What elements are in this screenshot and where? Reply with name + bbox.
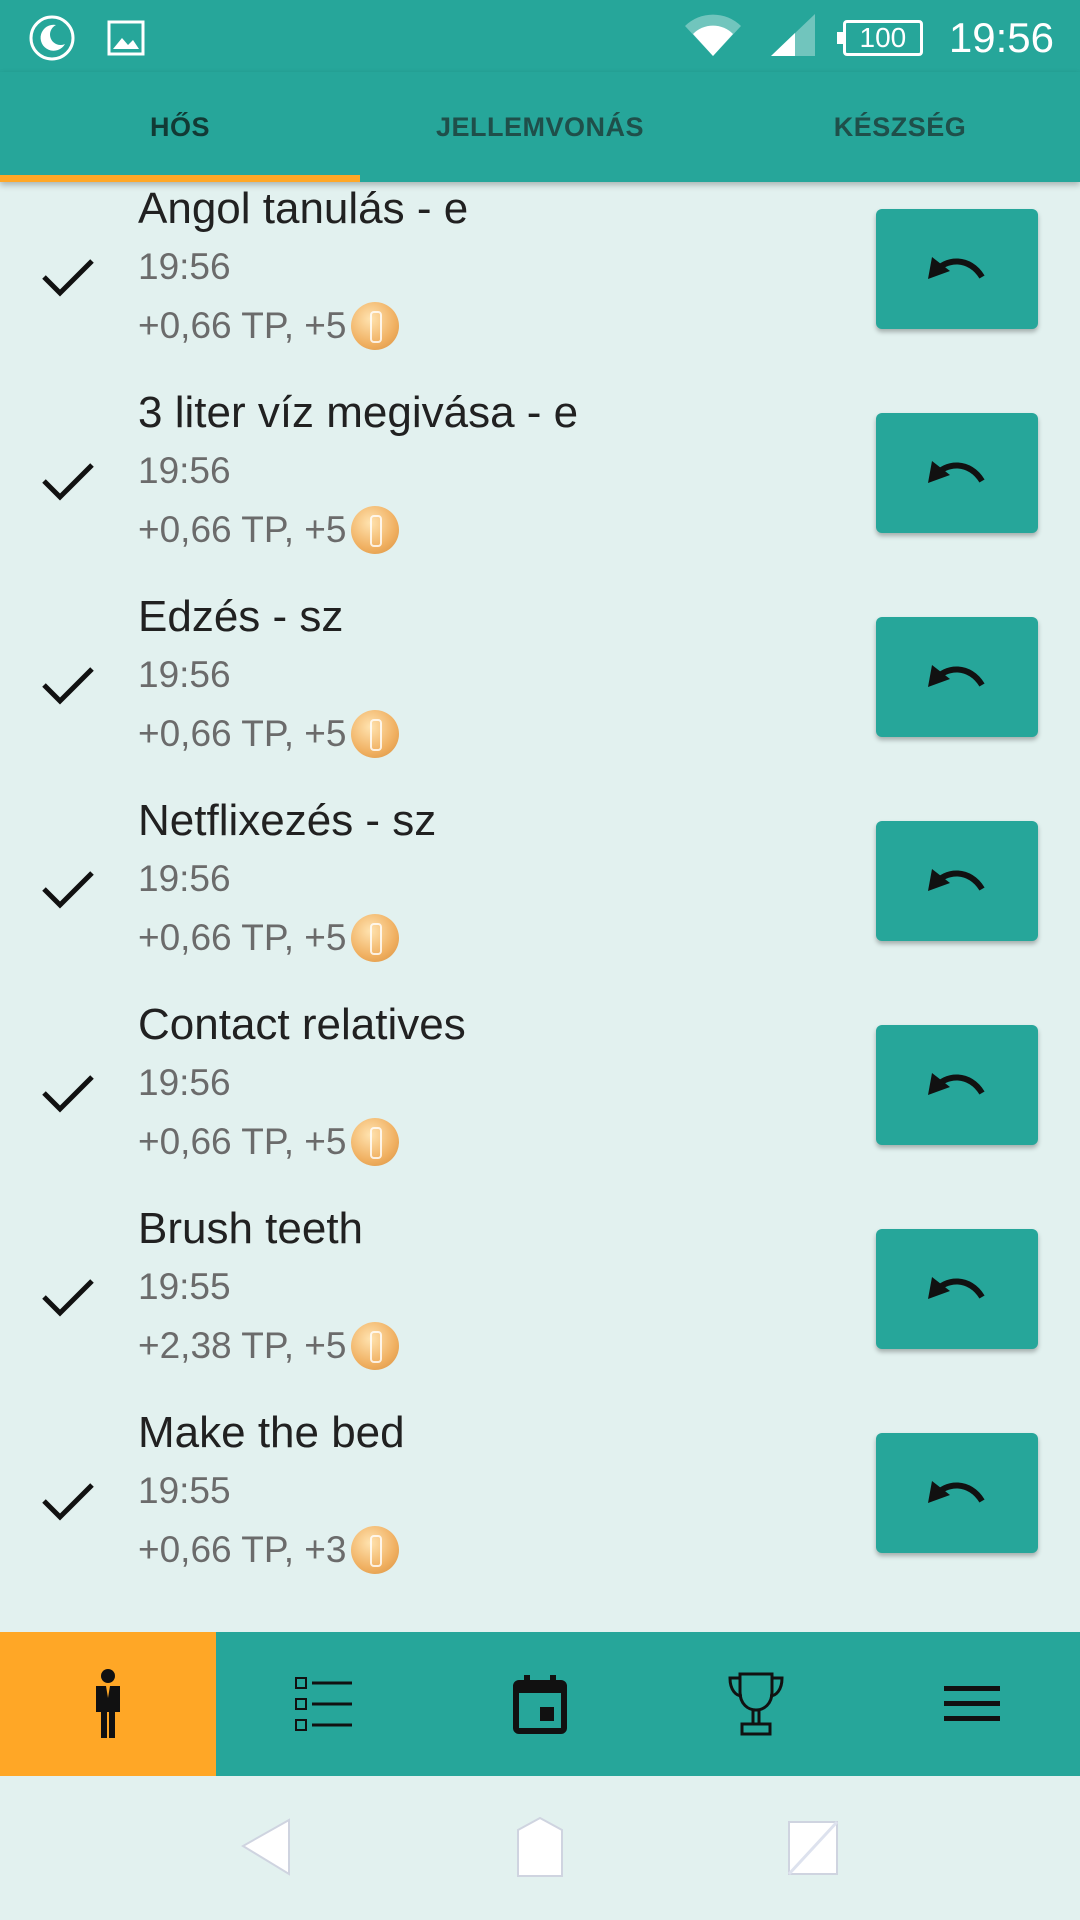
back-icon[interactable] <box>237 1816 297 1880</box>
undo-icon <box>928 869 985 891</box>
task-title: Make the bed <box>138 1408 405 1457</box>
undo-button[interactable] <box>876 1025 1038 1145</box>
checklist-icon <box>295 1677 352 1731</box>
undo-icon <box>928 461 985 483</box>
nav-menu[interactable] <box>864 1632 1080 1776</box>
check-icon <box>42 667 94 705</box>
tab-hero[interactable]: HŐS <box>0 72 360 182</box>
undo-button[interactable] <box>876 617 1038 737</box>
completed-task-list: Angol tanulás - e 19:56 +0,66 TP, +5 3 l… <box>0 178 1080 1628</box>
task-reward: +0,66 TP, +5 <box>138 302 399 350</box>
undo-button[interactable] <box>876 821 1038 941</box>
coin-icon <box>350 1322 399 1370</box>
task-reward: +0,66 TP, +5 <box>138 506 399 554</box>
signal-icon <box>769 12 817 63</box>
task-reward: +0,66 TP, +3 <box>138 1526 399 1574</box>
task-time: 19:55 <box>138 1470 231 1511</box>
coin-icon <box>350 302 399 350</box>
undo-button[interactable] <box>876 1433 1038 1553</box>
battery-level: 100 <box>859 21 907 53</box>
undo-button[interactable] <box>876 209 1038 329</box>
reward-text: +0,66 TP, +5 <box>138 509 347 550</box>
undo-icon <box>928 1277 985 1299</box>
nav-hero[interactable] <box>0 1632 216 1776</box>
undo-icon <box>928 257 985 279</box>
task-time: 19:56 <box>138 654 231 695</box>
tab-skills[interactable]: KÉSZSÉG <box>720 72 1080 182</box>
reward-text: +2,38 TP, +5 <box>138 1325 347 1366</box>
wifi-icon <box>683 12 743 63</box>
bottom-navigation <box>0 1632 1080 1776</box>
task-time: 19:55 <box>138 1266 231 1307</box>
task-time: 19:56 <box>138 246 231 287</box>
check-icon <box>42 871 94 909</box>
list-item: Netflixezés - sz 19:56 +0,66 TP, +5 <box>0 796 1080 1004</box>
trophy-icon <box>728 1672 784 1736</box>
task-time: 19:56 <box>138 450 231 491</box>
task-time: 19:56 <box>138 1062 231 1103</box>
task-title: Edzés - sz <box>138 592 344 641</box>
reward-text: +0,66 TP, +5 <box>138 713 347 754</box>
coin-icon <box>350 710 399 758</box>
undo-button[interactable] <box>876 413 1038 533</box>
reward-text: +0,66 TP, +5 <box>138 1121 347 1162</box>
task-title: Netflixezés - sz <box>138 796 437 845</box>
recents-icon[interactable] <box>783 1816 843 1880</box>
coin-icon <box>350 506 399 554</box>
coin-icon <box>350 1526 399 1574</box>
check-icon <box>42 259 94 297</box>
list-item: 3 liter víz megivása - e 19:56 +0,66 TP,… <box>0 388 1080 596</box>
task-title: Angol tanulás - e <box>138 184 469 233</box>
task-reward: +0,66 TP, +5 <box>138 710 399 758</box>
reward-text: +0,66 TP, +3 <box>138 1529 347 1570</box>
nav-achievements[interactable] <box>648 1632 864 1776</box>
undo-button[interactable] <box>876 1229 1038 1349</box>
list-item: Edzés - sz 19:56 +0,66 TP, +5 <box>0 592 1080 800</box>
coin-icon <box>350 1118 399 1166</box>
task-title: Contact relatives <box>138 1000 466 1049</box>
coin-icon <box>350 914 399 962</box>
list-item: Angol tanulás - e 19:56 +0,66 TP, +5 <box>0 184 1080 392</box>
menu-icon <box>944 1686 1000 1721</box>
tab-traits[interactable]: JELLEMVONÁS <box>360 72 720 182</box>
moon-icon <box>28 14 76 67</box>
check-icon <box>42 463 94 501</box>
check-icon <box>42 1279 94 1317</box>
calendar-icon <box>513 1675 567 1734</box>
status-bar: 100 19:56 <box>0 0 1080 72</box>
nav-tasks[interactable] <box>216 1632 432 1776</box>
reward-text: +0,66 TP, +5 <box>138 305 347 346</box>
list-item: Contact relatives 19:56 +0,66 TP, +5 <box>0 1000 1080 1208</box>
reward-text: +0,66 TP, +5 <box>138 917 347 958</box>
task-title: Brush teeth <box>138 1204 364 1253</box>
undo-icon <box>928 1073 985 1095</box>
system-navigation-bar <box>0 1776 1080 1920</box>
task-time: 19:56 <box>138 858 231 899</box>
undo-icon <box>928 1481 985 1503</box>
battery-icon: 100 <box>836 19 923 56</box>
hero-icon <box>96 1669 120 1738</box>
check-icon <box>42 1483 94 1521</box>
list-item: Make the bed 19:55 +0,66 TP, +3 <box>0 1408 1080 1616</box>
task-reward: +2,38 TP, +5 <box>138 1322 399 1370</box>
home-icon[interactable] <box>510 1816 570 1880</box>
list-item: Brush teeth 19:55 +2,38 TP, +5 <box>0 1204 1080 1412</box>
tab-bar: HŐS JELLEMVONÁS KÉSZSÉG <box>0 72 1080 182</box>
task-reward: +0,66 TP, +5 <box>138 1118 399 1166</box>
undo-icon <box>928 665 985 687</box>
image-icon <box>106 18 146 63</box>
check-icon <box>42 1075 94 1113</box>
nav-calendar[interactable] <box>432 1632 648 1776</box>
task-reward: +0,66 TP, +5 <box>138 914 399 962</box>
task-title: 3 liter víz megivása - e <box>138 388 579 437</box>
clock: 19:56 <box>948 13 1054 61</box>
